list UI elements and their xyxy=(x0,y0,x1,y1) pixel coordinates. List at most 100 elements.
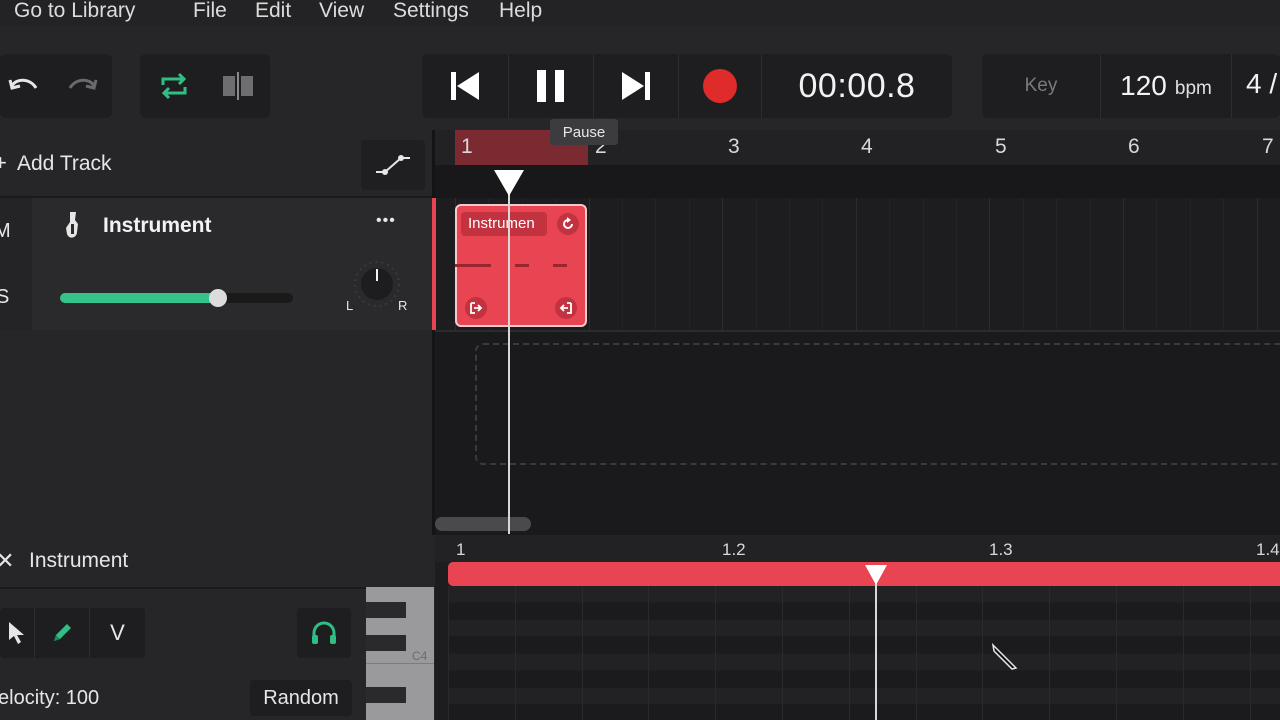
track-ms-column xyxy=(0,198,32,330)
piano-roll-grid[interactable] xyxy=(435,535,1280,720)
tempo-field[interactable]: 120 bpm xyxy=(1101,54,1231,118)
guitar-icon xyxy=(66,212,78,238)
horizontal-scrollbar[interactable] xyxy=(435,517,531,531)
clip-trim-start-button[interactable] xyxy=(465,297,487,319)
volume-thumb[interactable] xyxy=(209,289,228,307)
pencil-tool-button[interactable] xyxy=(35,608,89,658)
tempo-unit: bpm xyxy=(1174,78,1212,99)
close-editor-icon[interactable]: ✕ xyxy=(0,548,14,574)
skip-back-button[interactable] xyxy=(422,54,508,118)
add-track-button[interactable]: Add Track xyxy=(17,152,112,176)
piano-roll-editor: ✕ Instrument V elocity: 100 Random C4 xyxy=(0,535,1280,720)
split-button[interactable] xyxy=(208,54,268,118)
pointer-icon xyxy=(9,622,24,644)
track-row[interactable]: M S Instrument ••• L R xyxy=(0,198,432,330)
loop-split-group xyxy=(140,54,270,118)
grid-line xyxy=(755,198,757,330)
beat-line xyxy=(715,586,717,720)
note-row xyxy=(448,688,1280,704)
time-signature[interactable]: 4 / xyxy=(1246,68,1277,100)
beat-line xyxy=(848,586,850,720)
random-button[interactable]: Random xyxy=(250,680,352,716)
select-tool-button[interactable] xyxy=(0,608,34,658)
midi-clip[interactable]: Instrumen xyxy=(455,204,587,327)
record-icon xyxy=(703,69,737,103)
grid-line xyxy=(1123,198,1124,330)
menu-go-to-library[interactable]: Go to Library xyxy=(14,0,135,23)
piano-roll-ruler[interactable] xyxy=(435,535,1280,562)
ruler-bar-4: 4 xyxy=(861,135,873,158)
clip-loop-button[interactable] xyxy=(557,213,579,235)
velocity-tool-button[interactable]: V xyxy=(90,608,145,658)
track-pane: + Add Track M S Instrument ••• L R xyxy=(0,130,432,535)
grid-line xyxy=(588,198,590,330)
menu-help[interactable]: Help xyxy=(499,0,542,23)
drop-zone[interactable] xyxy=(475,343,1280,465)
menu-file[interactable]: File xyxy=(193,0,227,23)
beat-line xyxy=(1116,586,1117,720)
clip-trim-end-button[interactable] xyxy=(555,297,577,319)
grid-line xyxy=(1089,198,1091,330)
beat-line xyxy=(581,586,583,720)
key-divider xyxy=(366,663,434,664)
clip-note xyxy=(553,264,567,267)
tempo-value: 120 xyxy=(1120,70,1167,101)
pr-ruler-1-4: 1.4 xyxy=(1256,540,1280,559)
beat-line xyxy=(915,586,917,720)
random-button-label: Random xyxy=(263,686,339,709)
track-name[interactable]: Instrument xyxy=(103,214,212,238)
pan-right-label: R xyxy=(398,298,408,313)
volume-slider[interactable] xyxy=(60,289,293,307)
arrangement-timeline[interactable] xyxy=(432,130,1280,535)
preview-audio-button[interactable] xyxy=(297,608,351,658)
key-label: Key xyxy=(1024,75,1058,96)
skip-forward-button[interactable] xyxy=(594,54,678,118)
black-key[interactable] xyxy=(366,687,406,703)
grid-line xyxy=(889,198,891,330)
editor-playhead-handle[interactable] xyxy=(863,563,889,587)
automation-icon xyxy=(376,155,410,175)
grid-line xyxy=(722,198,724,330)
pause-button[interactable] xyxy=(509,54,593,118)
time-display: 00:00.8 xyxy=(762,54,952,118)
track-more-button[interactable]: ••• xyxy=(376,212,396,230)
grid-line xyxy=(922,198,924,330)
ruler-bar-7: 7 xyxy=(1262,135,1274,158)
loop-button[interactable] xyxy=(144,54,204,118)
tempo-divider xyxy=(1231,54,1232,118)
pan-knob[interactable]: L R xyxy=(340,260,414,320)
solo-button[interactable]: S xyxy=(0,286,9,309)
undo-button[interactable] xyxy=(0,54,50,118)
transport-group: 00:00.8 xyxy=(422,54,952,118)
pr-ruler-1-3: 1.3 xyxy=(989,540,1013,559)
grid-line xyxy=(789,198,790,330)
key-button[interactable]: Key xyxy=(982,54,1100,118)
grid-line xyxy=(1223,198,1225,330)
editor-title: Instrument xyxy=(29,549,129,572)
menu-bar: Go to Library File Edit View Settings He… xyxy=(0,0,1280,26)
mute-button[interactable]: M xyxy=(0,220,11,243)
pr-ruler-1: 1 xyxy=(456,540,466,559)
menu-edit[interactable]: Edit xyxy=(255,0,291,23)
undo-redo-group xyxy=(0,54,112,118)
menu-view[interactable]: View xyxy=(319,0,364,23)
time-readout: 00:00.8 xyxy=(798,66,916,105)
beat-line xyxy=(448,586,449,720)
note-row xyxy=(448,637,1280,653)
black-key[interactable] xyxy=(366,602,406,618)
menu-settings[interactable]: Settings xyxy=(393,0,469,23)
automation-button[interactable] xyxy=(361,140,425,190)
pencil-icon xyxy=(54,624,71,641)
piano-keyboard[interactable]: C4 xyxy=(366,587,434,720)
pencil-cursor-icon xyxy=(991,642,1018,670)
skip-forward-icon xyxy=(622,72,650,100)
loop-icon xyxy=(161,72,187,100)
trim-start-icon xyxy=(470,302,483,314)
beat-line xyxy=(782,586,783,720)
ruler-bar-3: 3 xyxy=(728,135,740,158)
black-key[interactable] xyxy=(366,635,406,651)
playhead-handle[interactable] xyxy=(492,168,526,198)
headphones-icon xyxy=(312,621,336,644)
redo-button[interactable] xyxy=(56,54,106,118)
record-button[interactable] xyxy=(679,54,761,118)
